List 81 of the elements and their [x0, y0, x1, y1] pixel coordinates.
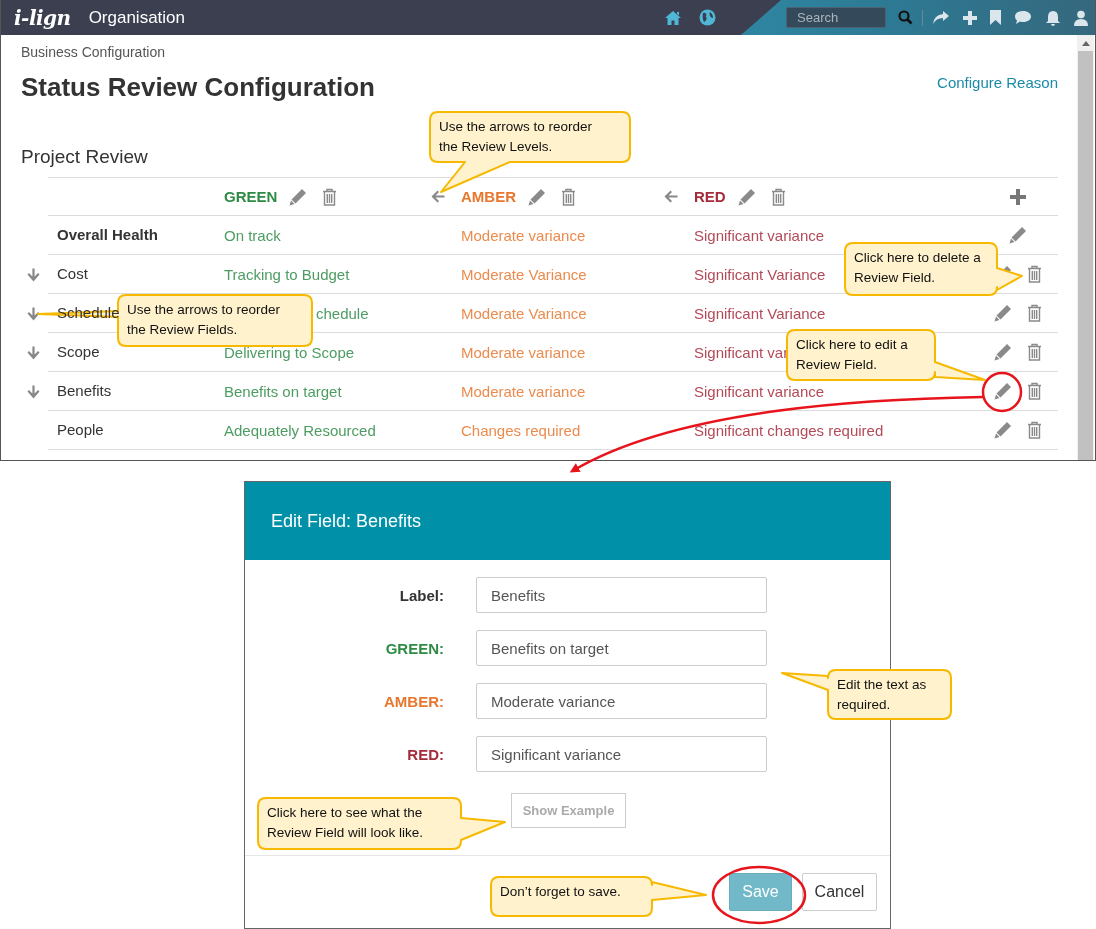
- callout-tooltip: Click here to edit a Review Field.: [785, 328, 987, 382]
- field-label: RED:: [406, 745, 444, 763]
- level-heading: RED: [694, 188, 726, 205]
- dialog-title: Edit Field: Benefits: [271, 510, 422, 532]
- table-cell: Moderate variance: [461, 226, 586, 244]
- field-label: GREEN:: [384, 639, 444, 657]
- pencil-icon[interactable]: [994, 304, 1012, 322]
- pencil-icon[interactable]: [994, 382, 1012, 400]
- trash-icon[interactable]: [1027, 421, 1042, 439]
- logo[interactable]: i-lign: [14, 5, 71, 30]
- table-cell: Tracking to Budget: [224, 265, 350, 283]
- field-label: Overall Health: [57, 226, 158, 243]
- configure-reason-link[interactable]: Configure Reason: [937, 74, 1058, 91]
- scrollbar[interactable]: [1077, 35, 1094, 460]
- section-heading: Project Review: [21, 146, 148, 168]
- pencil-icon[interactable]: [528, 187, 546, 206]
- home-icon[interactable]: [664, 9, 682, 26]
- highlight-circle: [981, 371, 1023, 413]
- globe-icon[interactable]: [699, 9, 716, 26]
- table-cell: Significant variance: [694, 382, 825, 400]
- down-arrow-icon[interactable]: [27, 306, 40, 321]
- cancel-button[interactable]: Cancel: [802, 873, 877, 911]
- trash-icon[interactable]: [1027, 343, 1042, 361]
- table-cell: Significant Variance: [694, 304, 826, 322]
- level-heading: GREEN: [224, 188, 278, 205]
- table-cell: Significant variance: [694, 226, 825, 244]
- bookmark-icon[interactable]: [990, 10, 1001, 25]
- field-label: Label:: [398, 586, 444, 604]
- input-field[interactable]: Moderate variance: [476, 683, 767, 719]
- bell-icon[interactable]: [1045, 9, 1061, 26]
- field-label: AMBER:: [383, 692, 444, 710]
- left-arrow-icon[interactable]: [431, 190, 445, 203]
- down-arrow-icon[interactable]: [27, 345, 40, 360]
- scroll-up-arrow-icon[interactable]: [1081, 41, 1090, 46]
- field-label: Cost: [57, 265, 88, 282]
- table-cell: chedule: [316, 304, 369, 322]
- callout-tooltip: Click here to delete a Review Field.: [843, 241, 1024, 297]
- pencil-icon[interactable]: [737, 187, 756, 206]
- chat-icon[interactable]: [1014, 10, 1032, 25]
- search-icon[interactable]: [898, 10, 913, 25]
- field-label: Scope: [57, 343, 100, 360]
- plus-icon[interactable]: [963, 10, 977, 25]
- pencil-icon[interactable]: [1009, 226, 1027, 244]
- plus-icon[interactable]: [1010, 188, 1026, 205]
- page-title: Status Review Configuration: [21, 72, 375, 103]
- callout-tooltip: Don’t forget to save.: [489, 875, 708, 918]
- table-cell: Delivering to Scope: [224, 343, 355, 361]
- table-cell: Significant changes required: [694, 421, 884, 439]
- field-label: People: [57, 421, 104, 438]
- table-cell: Moderate variance: [461, 382, 586, 400]
- table-cell: Benefits on target: [224, 382, 342, 400]
- trash-icon[interactable]: [322, 187, 338, 206]
- trash-icon[interactable]: [1027, 304, 1042, 322]
- table-cell: On track: [224, 226, 281, 244]
- table-cell: Moderate Variance: [461, 304, 587, 322]
- trash-icon[interactable]: [770, 187, 786, 206]
- down-arrow-icon[interactable]: [27, 384, 40, 399]
- field-label: Benefits: [57, 382, 112, 399]
- nav-title: Organisation: [88, 7, 185, 28]
- trash-icon[interactable]: [561, 187, 576, 206]
- input-field[interactable]: Significant variance: [476, 736, 767, 772]
- user-icon[interactable]: [1074, 9, 1088, 26]
- pencil-icon[interactable]: [994, 421, 1012, 439]
- breadcrumb[interactable]: Business Configuration: [21, 44, 1077, 60]
- trash-icon[interactable]: [1027, 265, 1042, 283]
- trash-icon[interactable]: [1027, 382, 1042, 400]
- pencil-icon[interactable]: [994, 343, 1012, 361]
- share-icon[interactable]: [932, 10, 950, 25]
- callout-tooltip: Edit the text as required.: [780, 668, 953, 721]
- down-arrow-icon[interactable]: [27, 267, 40, 282]
- left-arrow-icon[interactable]: [664, 190, 678, 203]
- table-cell: Changes required: [461, 421, 581, 439]
- search-field[interactable]: Search: [786, 7, 886, 28]
- table-cell: Moderate variance: [461, 343, 586, 361]
- table-cell: Significant Variance: [694, 265, 826, 283]
- pencil-icon[interactable]: [289, 187, 308, 206]
- table-cell: Adequately Resourced: [224, 421, 376, 439]
- input-field[interactable]: Benefits on target: [476, 630, 767, 666]
- table-cell: Moderate Variance: [461, 265, 587, 283]
- input-field[interactable]: Benefits: [476, 577, 767, 613]
- callout-tooltip: Click here to see what the Review Field will look like.: [256, 796, 507, 851]
